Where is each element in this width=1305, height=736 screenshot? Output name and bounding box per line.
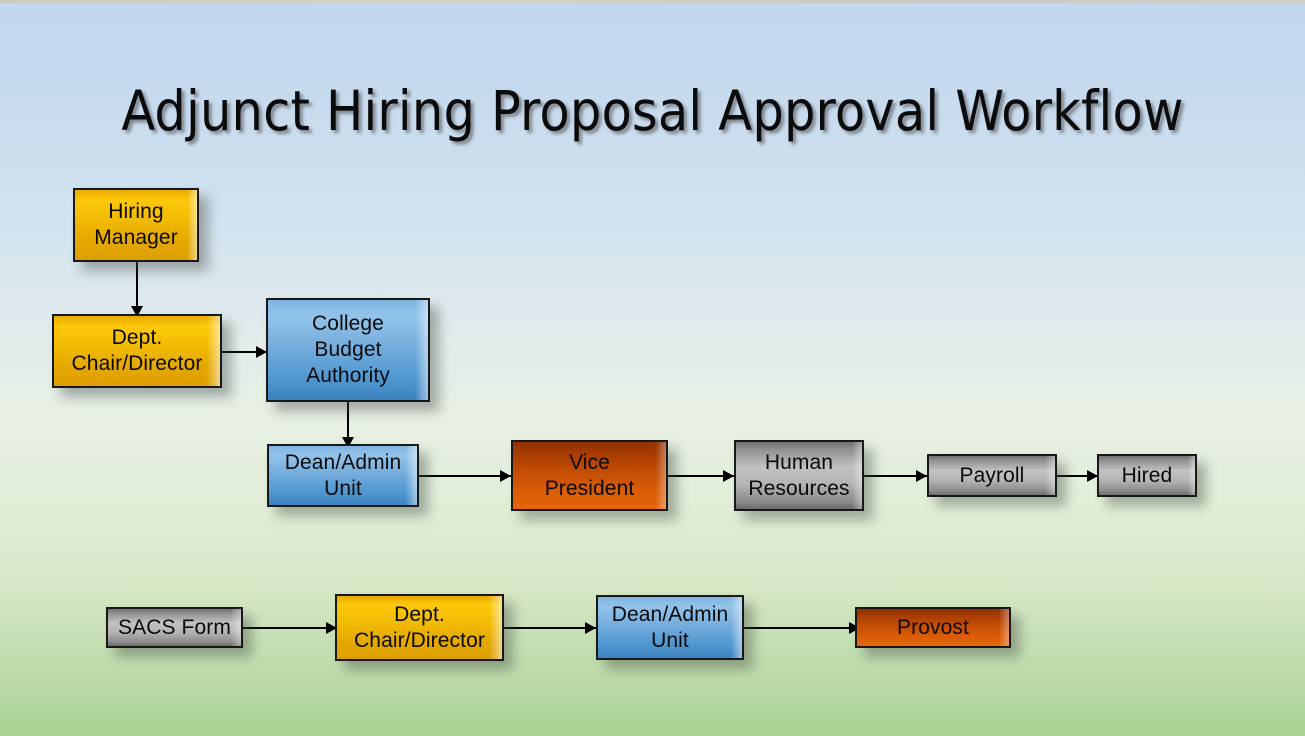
node-hiring-manager-label-line1: Hiring bbox=[108, 200, 164, 223]
node-sacs-form-label: SACS Form bbox=[118, 615, 231, 639]
node-dean-admin-unit-middle[interactable]: Dean/Admin Unit bbox=[267, 444, 419, 507]
node-dean-admin-unit-bottom-label-line2: Unit bbox=[651, 628, 689, 652]
node-dept-chair-director-bottom-label-line2: Chair/Director bbox=[354, 628, 485, 652]
node-hiring-manager-label-line2: Manager bbox=[94, 226, 178, 249]
node-provost-label: Provost bbox=[897, 615, 969, 639]
node-college-budget-authority-label-line1: College bbox=[312, 312, 384, 335]
node-vice-president-label-line1: Vice bbox=[569, 450, 610, 474]
connector-dean-admin-to-provost bbox=[744, 627, 862, 629]
node-vice-president-label-line2: President bbox=[544, 476, 635, 500]
page-title: Adjunct Hiring Proposal Approval Workflo… bbox=[121, 79, 1184, 143]
node-hired-label: Hired bbox=[1121, 463, 1173, 487]
node-college-budget-authority-label-line3: Authority bbox=[306, 364, 390, 387]
connector-sacs-form-to-dept-chair bbox=[243, 627, 339, 629]
node-dept-chair-director-top-label-line1: Dept. bbox=[111, 326, 163, 349]
node-hired[interactable]: Hired bbox=[1097, 454, 1197, 497]
node-provost[interactable]: Provost bbox=[855, 607, 1011, 648]
node-hiring-manager[interactable]: Hiring Manager bbox=[73, 188, 199, 262]
node-dept-chair-director-top-label-line2: Chair/Director bbox=[71, 352, 203, 375]
node-college-budget-authority[interactable]: College Budget Authority bbox=[266, 298, 430, 402]
connector-hiring-manager-to-dept-chair bbox=[136, 260, 138, 310]
node-payroll-label: Payroll bbox=[959, 463, 1025, 487]
arrowhead-dean-admin-to-vice-president bbox=[500, 470, 511, 482]
connector-dean-admin-to-vice-president bbox=[419, 475, 511, 477]
node-dean-admin-unit-middle-label-line2: Unit bbox=[324, 476, 362, 500]
node-dean-admin-unit-bottom[interactable]: Dean/Admin Unit bbox=[596, 595, 744, 660]
node-human-resources-label-line1: Human bbox=[764, 450, 834, 474]
node-payroll[interactable]: Payroll bbox=[927, 454, 1057, 497]
node-dept-chair-director-top[interactable]: Dept. Chair/Director bbox=[52, 314, 222, 388]
node-human-resources-label-line2: Resources bbox=[748, 476, 850, 500]
node-dept-chair-director-bottom[interactable]: Dept. Chair/Director bbox=[335, 594, 504, 661]
node-human-resources[interactable]: Human Resources bbox=[734, 440, 864, 511]
arrowhead-human-resources-to-payroll bbox=[916, 470, 927, 482]
arrowhead-dept-chair-to-dean-admin bbox=[585, 622, 596, 634]
node-sacs-form[interactable]: SACS Form bbox=[106, 607, 243, 648]
arrowhead-vice-president-to-human-resources bbox=[723, 470, 734, 482]
node-vice-president[interactable]: Vice President bbox=[511, 440, 668, 511]
connector-dept-chair-to-dean-admin bbox=[504, 627, 596, 629]
node-college-budget-authority-label-line2: Budget bbox=[314, 338, 382, 361]
workflow-slide: Adjunct Hiring Proposal Approval Workflo… bbox=[0, 0, 1305, 736]
node-dean-admin-unit-bottom-label-line1: Dean/Admin bbox=[611, 602, 729, 626]
slide-top-border bbox=[0, 0, 1305, 3]
node-dept-chair-director-bottom-label-line1: Dept. bbox=[394, 602, 445, 626]
node-dean-admin-unit-middle-label-line1: Dean/Admin bbox=[284, 450, 402, 474]
